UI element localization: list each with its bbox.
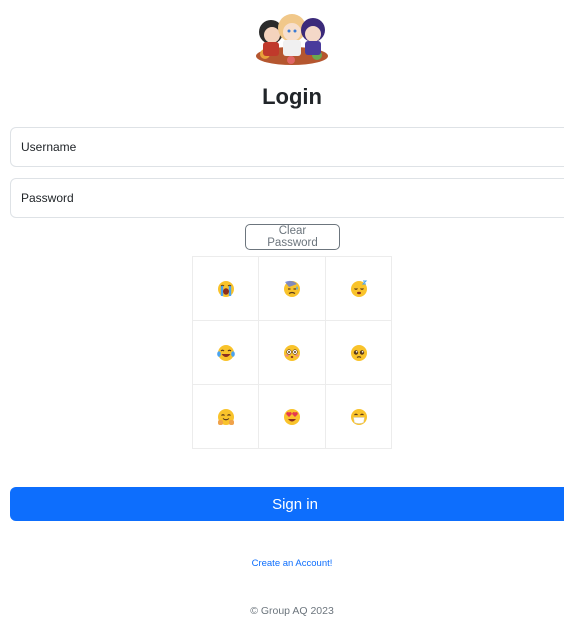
logo-image bbox=[251, 8, 333, 66]
rolling-on-floor-laughing-icon bbox=[216, 344, 235, 361]
sign-in-button[interactable]: Sign in bbox=[10, 487, 564, 521]
emoji-cell[interactable] bbox=[326, 385, 392, 449]
flushed-face-icon bbox=[284, 344, 300, 361]
username-field-wrapper bbox=[10, 127, 564, 167]
face-with-medical-mask-icon bbox=[350, 408, 367, 425]
sleeping-face-icon bbox=[350, 280, 367, 297]
clear-password-button[interactable]: Clear Password bbox=[245, 224, 340, 250]
username-input[interactable] bbox=[11, 140, 564, 154]
smiling-face-with-heart-eyes-icon bbox=[284, 408, 300, 425]
emoji-cell[interactable] bbox=[193, 385, 259, 449]
emoji-cell[interactable] bbox=[326, 257, 392, 321]
emoji-password-grid bbox=[192, 256, 392, 449]
emoji-cell[interactable] bbox=[193, 321, 259, 385]
password-input[interactable] bbox=[11, 191, 564, 205]
emoji-cell[interactable] bbox=[193, 257, 259, 321]
emoji-cell[interactable] bbox=[259, 385, 326, 449]
pleading-face-icon bbox=[350, 344, 367, 361]
emoji-cell[interactable] bbox=[326, 321, 392, 385]
smiling-face-with-open-hands-icon bbox=[217, 408, 234, 425]
downcast-face-with-sweat-icon bbox=[284, 280, 300, 297]
footer-copyright: © Group AQ 2023 bbox=[250, 605, 334, 617]
password-field-wrapper bbox=[10, 178, 564, 218]
emoji-cell[interactable] bbox=[259, 321, 326, 385]
create-account-link[interactable]: Create an Account! bbox=[0, 558, 564, 569]
loudly-crying-face-icon bbox=[217, 280, 234, 297]
page-title: Login bbox=[262, 84, 322, 109]
emoji-cell[interactable] bbox=[259, 257, 326, 321]
